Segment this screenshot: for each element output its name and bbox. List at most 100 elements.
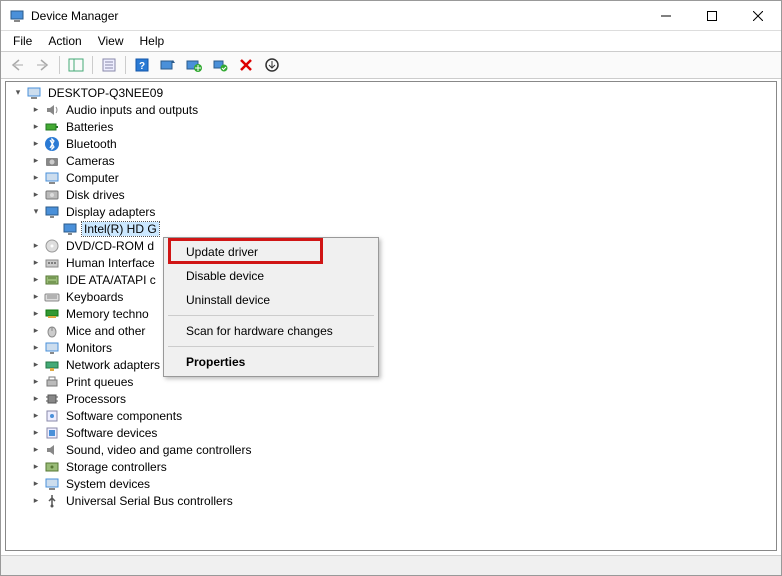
update-driver-button[interactable] (182, 53, 206, 77)
chevron-right-icon[interactable]: ▸ (30, 444, 42, 456)
chevron-right-icon[interactable]: ▸ (30, 359, 42, 371)
svg-text:?: ? (139, 61, 145, 72)
tree-network[interactable]: ▸ Network adapters (8, 356, 774, 373)
tree-label: Cameras (64, 154, 117, 168)
memory-icon (44, 306, 60, 322)
chevron-right-icon[interactable]: ▸ (30, 240, 42, 252)
context-uninstall-device[interactable]: Uninstall device (166, 288, 376, 312)
tree-label: Disk drives (64, 188, 127, 202)
sound-icon (44, 442, 60, 458)
tree-ide[interactable]: ▸ IDE ATA/ATAPI c (8, 271, 774, 288)
chevron-right-icon[interactable]: ▸ (30, 138, 42, 150)
tree-label: IDE ATA/ATAPI c (64, 273, 158, 287)
chevron-right-icon[interactable]: ▸ (30, 427, 42, 439)
tree-label: System devices (64, 477, 152, 491)
context-properties[interactable]: Properties (166, 350, 376, 374)
tree-label: Processors (64, 392, 128, 406)
tree-disk[interactable]: ▸ Disk drives (8, 186, 774, 203)
forward-button (31, 53, 55, 77)
tree-monitors[interactable]: ▸ Monitors (8, 339, 774, 356)
properties-button[interactable] (97, 53, 121, 77)
tree-memory[interactable]: ▸Memory techno (8, 305, 774, 322)
tree-audio[interactable]: ▸Audio inputs and outputs (8, 101, 774, 118)
chevron-right-icon[interactable]: ▸ (30, 342, 42, 354)
tree-keyboards[interactable]: ▸Keyboards (8, 288, 774, 305)
context-scan-hardware[interactable]: Scan for hardware changes (166, 319, 376, 343)
menu-file[interactable]: File (5, 32, 40, 50)
context-disable-device[interactable]: Disable device (166, 264, 376, 288)
chevron-right-icon[interactable]: ▸ (30, 155, 42, 167)
tree-system[interactable]: ▸ System devices (8, 475, 774, 492)
chevron-down-icon[interactable]: ▾ (12, 87, 24, 99)
tree-label: Network adapters (64, 358, 162, 372)
status-bar (1, 555, 781, 575)
tree-mice[interactable]: ▸Mice and other (8, 322, 774, 339)
tree-hid[interactable]: ▸ Human Interface (8, 254, 774, 271)
context-update-driver[interactable]: Update driver (166, 240, 376, 264)
system-icon (44, 476, 60, 492)
tree-label: DVD/CD-ROM d (64, 239, 156, 253)
chevron-right-icon[interactable]: ▸ (30, 308, 42, 320)
chevron-right-icon[interactable]: ▸ (30, 291, 42, 303)
chevron-right-icon[interactable]: ▸ (30, 189, 42, 201)
scan-hardware-button[interactable] (156, 53, 180, 77)
tree-label: Sound, video and game controllers (64, 443, 253, 457)
tree-root[interactable]: ▾ DESKTOP-Q3NEE09 (8, 84, 774, 101)
tree-label: Storage controllers (64, 460, 169, 474)
cpu-icon (44, 391, 60, 407)
tree-label: Human Interface (64, 256, 157, 270)
close-button[interactable] (735, 1, 781, 31)
monitor-icon (44, 340, 60, 356)
tree-label: Monitors (64, 341, 114, 355)
tree-bluetooth[interactable]: ▸Bluetooth (8, 135, 774, 152)
tree-label: Computer (64, 171, 121, 185)
tree-cameras[interactable]: ▸ Cameras (8, 152, 774, 169)
tree-root-label: DESKTOP-Q3NEE09 (46, 86, 165, 100)
tree-display-child[interactable]: Intel(R) HD G (8, 220, 774, 237)
menu-view[interactable]: View (90, 32, 132, 50)
chevron-right-icon[interactable]: ▸ (30, 495, 42, 507)
storage-icon (44, 459, 60, 475)
chevron-right-icon[interactable]: ▸ (30, 257, 42, 269)
tree-swcomp[interactable]: ▸Software components (8, 407, 774, 424)
tree-computer[interactable]: ▸ Computer (8, 169, 774, 186)
separator (168, 346, 374, 347)
minimize-button[interactable] (643, 1, 689, 31)
device-tree[interactable]: ▾ DESKTOP-Q3NEE09 ▸Audio inputs and outp… (5, 81, 777, 551)
menu-action[interactable]: Action (40, 32, 89, 50)
tree-processors[interactable]: ▸ Processors (8, 390, 774, 407)
disk-icon (44, 187, 60, 203)
disable-button[interactable] (234, 53, 258, 77)
tree-storage[interactable]: ▸ Storage controllers (8, 458, 774, 475)
chevron-right-icon[interactable]: ▸ (30, 461, 42, 473)
enable-button[interactable] (260, 53, 284, 77)
chevron-right-icon[interactable]: ▸ (30, 121, 42, 133)
chevron-down-icon[interactable]: ▾ (30, 206, 42, 218)
tree-display[interactable]: ▾Display adapters (8, 203, 774, 220)
chevron-right-icon[interactable]: ▸ (30, 325, 42, 337)
software-icon (44, 425, 60, 441)
chevron-right-icon[interactable]: ▸ (30, 104, 42, 116)
bluetooth-icon (44, 136, 60, 152)
help-button[interactable]: ? (130, 53, 154, 77)
display-icon (44, 204, 60, 220)
chevron-right-icon[interactable]: ▸ (30, 376, 42, 388)
chevron-right-icon[interactable]: ▸ (30, 172, 42, 184)
chevron-right-icon[interactable]: ▸ (30, 393, 42, 405)
show-hide-tree-button[interactable] (64, 53, 88, 77)
tree-usb[interactable]: ▸Universal Serial Bus controllers (8, 492, 774, 509)
chevron-right-icon[interactable]: ▸ (30, 410, 42, 422)
tree-dvd[interactable]: ▸ DVD/CD-ROM d (8, 237, 774, 254)
tree-batteries[interactable]: ▸Batteries (8, 118, 774, 135)
tree-sound[interactable]: ▸ Sound, video and game controllers (8, 441, 774, 458)
maximize-button[interactable] (689, 1, 735, 31)
chevron-right-icon[interactable]: ▸ (30, 274, 42, 286)
tree-swdev[interactable]: ▸Software devices (8, 424, 774, 441)
usb-icon (44, 493, 60, 509)
ide-icon (44, 272, 60, 288)
title-bar: Device Manager (1, 1, 781, 31)
tree-print[interactable]: ▸Print queues (8, 373, 774, 390)
chevron-right-icon[interactable]: ▸ (30, 478, 42, 490)
uninstall-button[interactable] (208, 53, 232, 77)
menu-help[interactable]: Help (132, 32, 173, 50)
